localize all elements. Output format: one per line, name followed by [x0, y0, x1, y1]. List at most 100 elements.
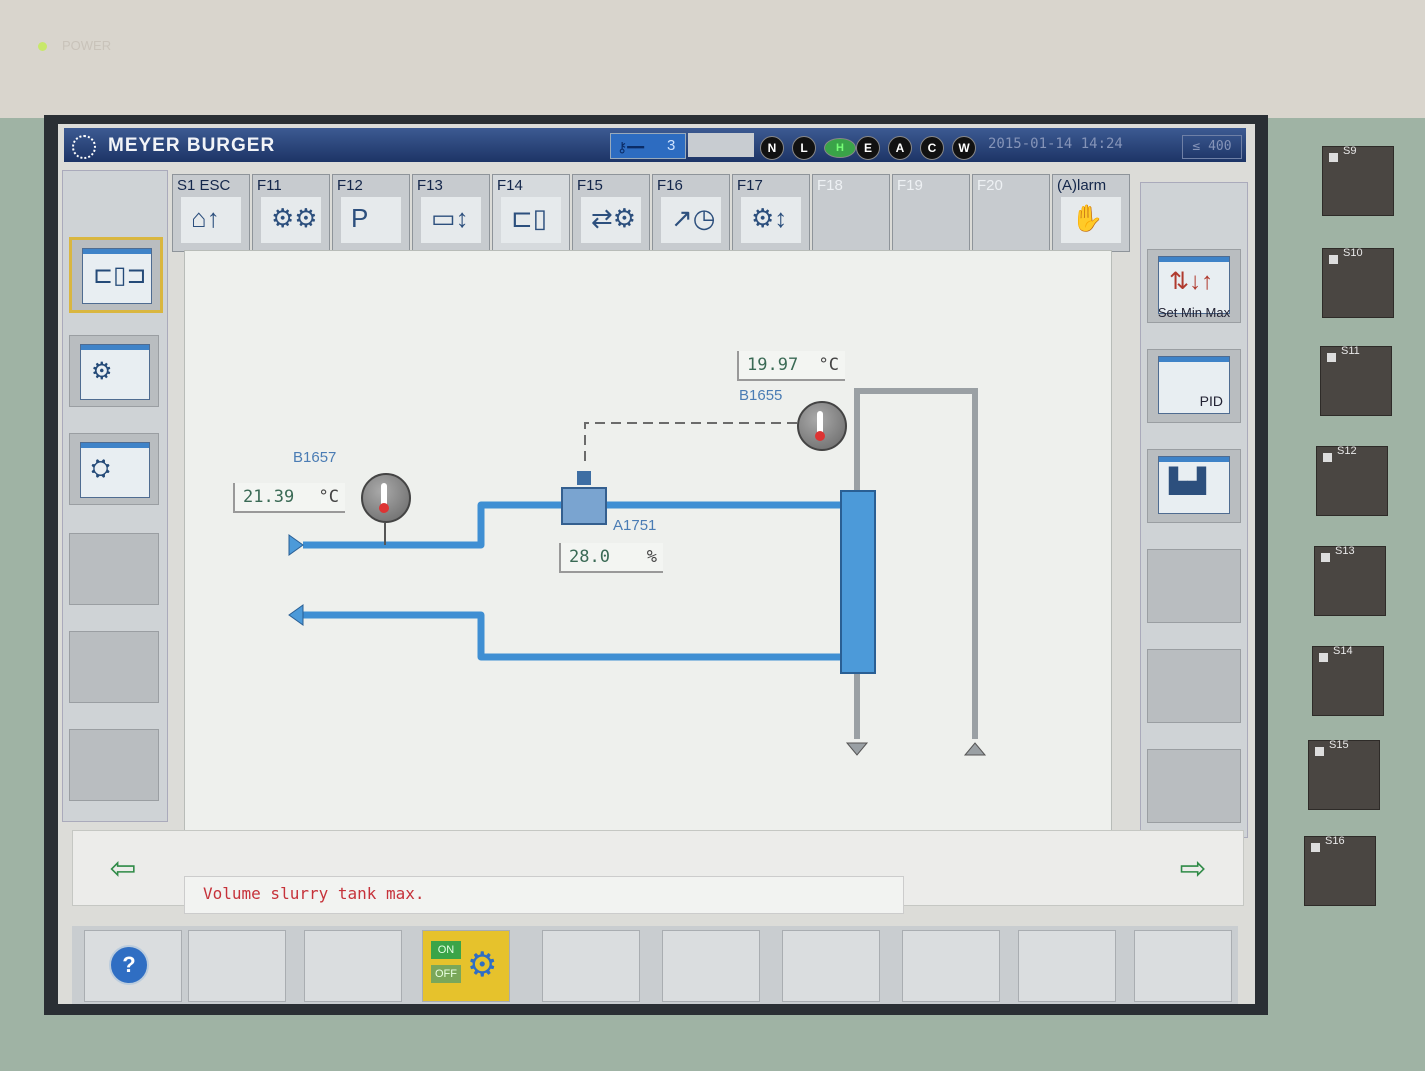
value-a1751: 28.0: [569, 547, 610, 567]
readout-a1751[interactable]: 28.0 %: [559, 543, 663, 573]
tab-label: F19: [897, 177, 923, 194]
set-min-max-button[interactable]: ⇅↓↑ Set Min Max: [1147, 249, 1241, 323]
conveyor-icon: ⚙⚙: [261, 197, 321, 243]
help-icon: ?: [109, 945, 149, 985]
tab-f16[interactable]: F16 ↗◷: [652, 174, 730, 252]
tab-label: F13: [417, 177, 443, 194]
softkey-label: S11: [1341, 345, 1360, 357]
power-led: [38, 42, 47, 51]
return-pipe: [303, 611, 841, 661]
control-valve-icon[interactable]: [561, 471, 607, 525]
tab-label: F15: [577, 177, 603, 194]
softkey-s9[interactable]: S9: [1322, 145, 1394, 216]
tab-f14[interactable]: F14 ⊏▯: [492, 174, 570, 251]
softkey-label: S13: [1335, 545, 1355, 557]
unit-a1751: %: [646, 547, 657, 567]
trend-clock-icon: ↗◷: [661, 197, 721, 243]
mode-w-button[interactable]: W: [952, 136, 976, 160]
mode-n-button[interactable]: N: [760, 136, 784, 160]
bottom-empty-button-7[interactable]: [1018, 930, 1116, 1002]
power-label: POWER: [62, 38, 112, 53]
tab-f15[interactable]: F15 ⇄⚙: [572, 174, 650, 252]
softkey-s15[interactable]: S15: [1308, 739, 1380, 810]
softkey-indicator: [1321, 553, 1330, 562]
value-b1657: 21.39: [243, 487, 295, 507]
softkey-indicator: [1329, 255, 1338, 264]
pid-button[interactable]: PID: [1147, 349, 1241, 423]
tab-label: F11: [257, 177, 282, 194]
mode-h-button[interactable]: H: [824, 138, 856, 158]
left-empty-button-1[interactable]: [69, 533, 159, 605]
outlet-arrow-icon: [288, 604, 304, 626]
bottom-empty-button-6[interactable]: [902, 930, 1000, 1002]
tab-f11[interactable]: F11 ⚙⚙: [252, 174, 330, 252]
softkey-label: S12: [1337, 445, 1357, 457]
mode-e-button[interactable]: E: [856, 136, 880, 160]
softkey-s10[interactable]: S10: [1322, 247, 1394, 318]
bottom-empty-button-2[interactable]: [304, 930, 402, 1002]
tab-f20[interactable]: F20: [972, 174, 1050, 252]
bottom-empty-button-5[interactable]: [782, 930, 880, 1002]
right-empty-button-2[interactable]: [1147, 649, 1241, 723]
pump-filter-icon: ⇄⚙: [581, 197, 641, 243]
right-empty-button-3[interactable]: [1147, 749, 1241, 823]
pid-label: PID: [1199, 393, 1223, 409]
process-diagram-area: B1657 21.39 °C A1751 28.0 % 19.97 °C B16…: [184, 250, 1112, 872]
heat-exchanger-view-button[interactable]: ⊏▯⊐: [69, 237, 163, 313]
bottom-empty-button-3[interactable]: [542, 930, 640, 1002]
tab-f12[interactable]: F12 P: [332, 174, 410, 252]
blank-status-field: [688, 133, 754, 157]
brand-name: MEYER BURGER: [108, 135, 276, 156]
left-empty-button-2[interactable]: [69, 631, 159, 703]
brand-logo-icon: [72, 135, 96, 159]
left-nav-column: ⊏▯⊐ ⚙ ⛭: [62, 170, 168, 822]
bottom-empty-button-8[interactable]: [1134, 930, 1232, 1002]
mode-c-button[interactable]: C: [920, 136, 944, 160]
user-level-indicator[interactable]: ⚷━━ 3: [610, 133, 686, 159]
mode-a-button[interactable]: A: [888, 136, 912, 160]
pump-detail-button[interactable]: ⛭: [69, 433, 159, 505]
softkey-label: S10: [1343, 247, 1363, 259]
softkey-s14[interactable]: S14: [1312, 645, 1384, 716]
tab-f17[interactable]: F17 ⚙↕: [732, 174, 810, 252]
hmi-screen: MEYER BURGER ⚷━━ 3 N L H E A C W 2015-01…: [58, 124, 1255, 1004]
softkey-s16[interactable]: S16: [1304, 835, 1376, 906]
left-empty-button-3[interactable]: [69, 729, 159, 801]
softkey-s13[interactable]: S13: [1314, 545, 1386, 616]
home-up-icon: ⌂↑: [181, 197, 241, 243]
inlet-arrow-icon: [288, 534, 304, 556]
readout-b1657[interactable]: 21.39 °C: [233, 483, 345, 513]
help-button[interactable]: ?: [84, 930, 182, 1002]
tab-f18[interactable]: F18: [812, 174, 890, 252]
tab-alarm[interactable]: (A)larm ✋: [1052, 174, 1130, 252]
tab-s1-esc[interactable]: S1 ESC ⌂↑: [172, 174, 250, 252]
gear-icon: ⚙: [467, 946, 498, 984]
tab-label: F12: [337, 177, 363, 194]
bottom-empty-button-4[interactable]: [662, 930, 760, 1002]
on-off-settings-button[interactable]: ON OFF ⚙: [422, 930, 510, 1002]
softkey-s12[interactable]: S12: [1316, 445, 1388, 516]
alarm-message: Volume slurry tank max.: [184, 876, 904, 914]
tab-label: F17: [737, 177, 763, 194]
softkey-s11[interactable]: S11: [1320, 345, 1392, 416]
tab-f19[interactable]: F19: [892, 174, 970, 252]
pump-motor-icon: ⛭: [80, 442, 150, 498]
readout-b1655[interactable]: 19.97 °C: [737, 351, 845, 381]
down-arrow-icon: [845, 742, 869, 756]
forward-arrow-icon[interactable]: ⇨: [1169, 851, 1217, 885]
tag-b1655: B1655: [739, 387, 783, 404]
pump-view-button[interactable]: ⚙: [69, 335, 159, 407]
trend-chart-button[interactable]: ▙▟: [1147, 449, 1241, 523]
softkey-indicator: [1319, 653, 1328, 662]
thermometer-icon[interactable]: [361, 473, 411, 523]
tab-f13[interactable]: F13 ▭↕: [412, 174, 490, 252]
parking-icon: P: [341, 197, 401, 243]
tab-label: F16: [657, 177, 683, 194]
back-arrow-icon[interactable]: ⇦: [99, 851, 147, 885]
bottom-empty-button-1[interactable]: [188, 930, 286, 1002]
mode-l-button[interactable]: L: [792, 136, 816, 160]
alarm-hand-icon: ✋: [1061, 197, 1121, 243]
thermometer-icon[interactable]: [797, 401, 847, 451]
right-empty-button-1[interactable]: [1147, 549, 1241, 623]
device-top-panel: POWER: [0, 0, 1425, 118]
